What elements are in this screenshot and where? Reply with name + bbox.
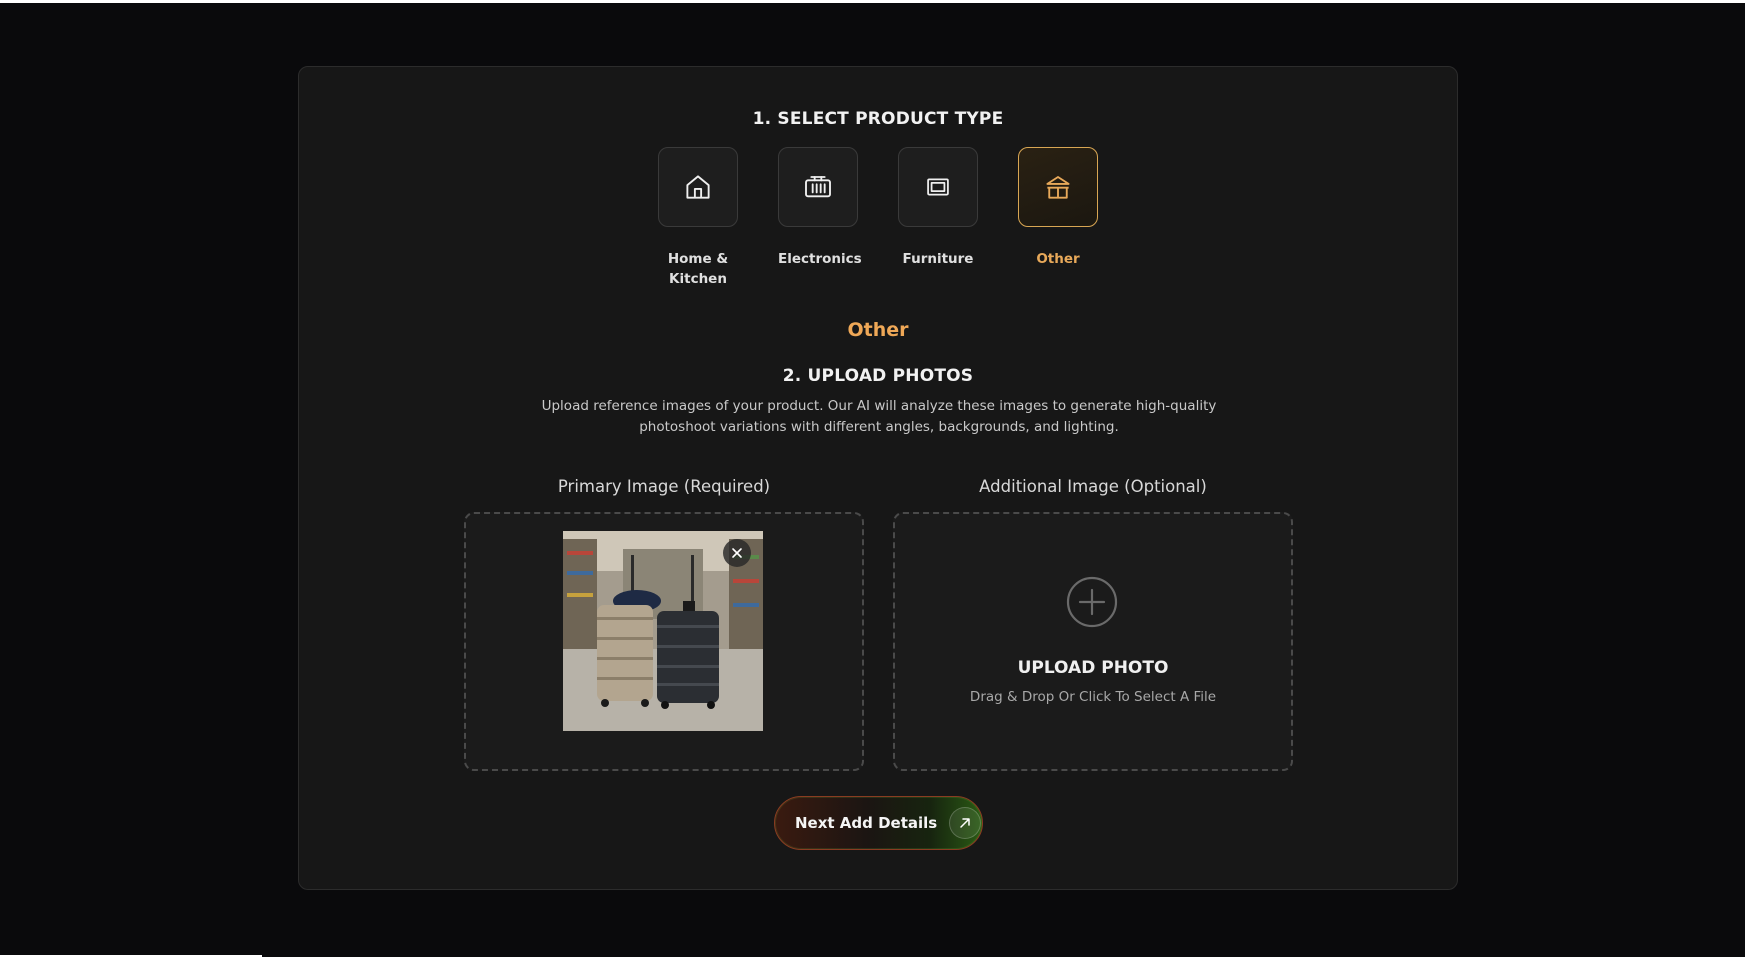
next-button-label: Next Add Details: [795, 814, 938, 832]
frame-icon: [927, 178, 949, 196]
product-type-tile: [658, 147, 738, 227]
next-add-details-button[interactable]: Next Add Details: [774, 796, 983, 850]
top-edge: [0, 0, 1745, 3]
product-type-tile: [898, 147, 978, 227]
product-type-label: Electronics: [778, 251, 862, 267]
additional-image-label: Additional Image (Optional): [979, 477, 1207, 496]
radio-icon: [805, 176, 831, 198]
upload-photo-subtitle: Drag & Drop Or Click To Select A File: [969, 689, 1217, 705]
primary-image-dropzone[interactable]: [464, 512, 864, 771]
plus-circle-icon: [1066, 576, 1118, 628]
product-type-label: Home & Kitchen: [667, 251, 729, 287]
product-type-label: Other: [1036, 251, 1080, 267]
product-type-selector: Home & Kitchen Electronics Furniture Oth…: [658, 147, 1100, 297]
selected-type-label: Other: [847, 319, 909, 341]
upload-photo-area[interactable]: UPLOAD PHOTO Drag & Drop Or Click To Sel…: [895, 514, 1291, 769]
close-icon: [732, 548, 742, 558]
product-card: 1. SELECT PRODUCT TYPE Home & Kitchen El…: [298, 66, 1458, 890]
remove-image-button[interactable]: [723, 539, 751, 567]
product-type-tile: [778, 147, 858, 227]
arrow-up-right-icon: [949, 807, 982, 839]
primary-image-preview: [563, 531, 763, 731]
primary-image-label: Primary Image (Required): [557, 477, 771, 496]
section-title-upload: 2. UPLOAD PHOTOS: [782, 366, 974, 386]
product-type-other[interactable]: Other: [1018, 147, 1098, 269]
upload-description: Upload reference images of your product.…: [541, 398, 1217, 435]
house-icon: [686, 175, 710, 199]
upload-photo-title: UPLOAD PHOTO: [1017, 658, 1169, 678]
store-icon: [1046, 176, 1070, 199]
product-type-furniture[interactable]: Furniture: [898, 147, 978, 269]
product-type-electronics[interactable]: Electronics: [778, 147, 862, 269]
additional-image-dropzone[interactable]: UPLOAD PHOTO Drag & Drop Or Click To Sel…: [893, 512, 1293, 771]
product-type-label: Furniture: [902, 251, 974, 267]
product-type-home-kitchen[interactable]: Home & Kitchen: [658, 147, 738, 289]
section-title-product-type: 1. SELECT PRODUCT TYPE: [752, 109, 1004, 129]
product-type-tile: [1018, 147, 1098, 227]
